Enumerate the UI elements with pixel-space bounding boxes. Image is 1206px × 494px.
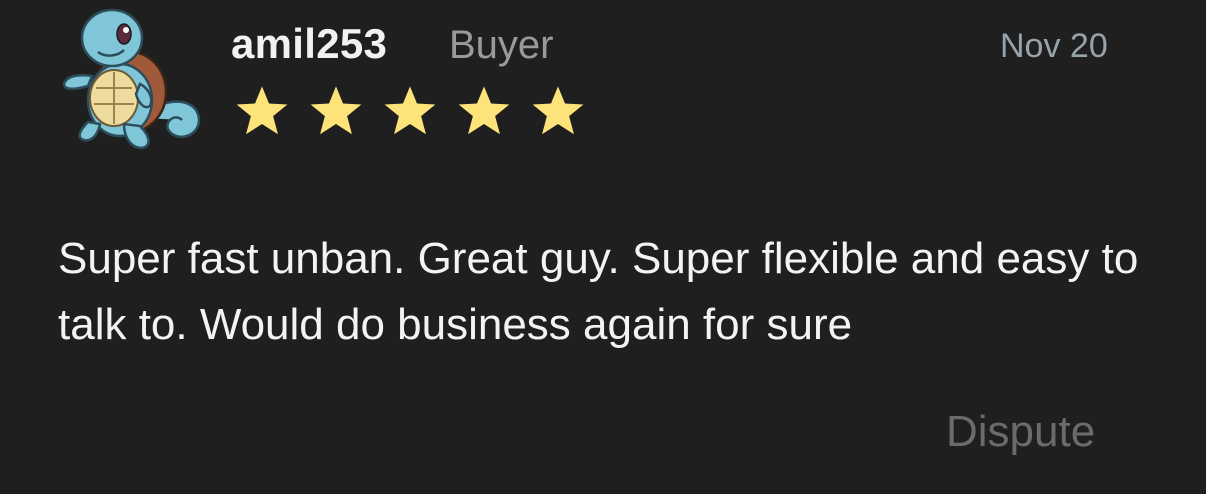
review-text: Super fast unban. Great guy. Super flexi… <box>58 234 1139 349</box>
reviewer-role-label: Buyer <box>449 23 554 67</box>
squirtle-avatar-icon <box>58 6 204 154</box>
star-icon <box>310 86 362 135</box>
star-icon <box>458 86 510 135</box>
star-icon <box>532 86 584 135</box>
star-icon <box>236 86 288 135</box>
star-rating <box>232 82 588 140</box>
star-icon <box>384 86 436 135</box>
reviewer-username[interactable]: amil253 <box>231 16 387 72</box>
review-date: Nov 20 <box>1000 27 1108 65</box>
review-card: amil253 Buyer Nov 20 Super fast unban. G… <box>0 0 1206 494</box>
dispute-button[interactable]: Dispute <box>946 402 1095 462</box>
